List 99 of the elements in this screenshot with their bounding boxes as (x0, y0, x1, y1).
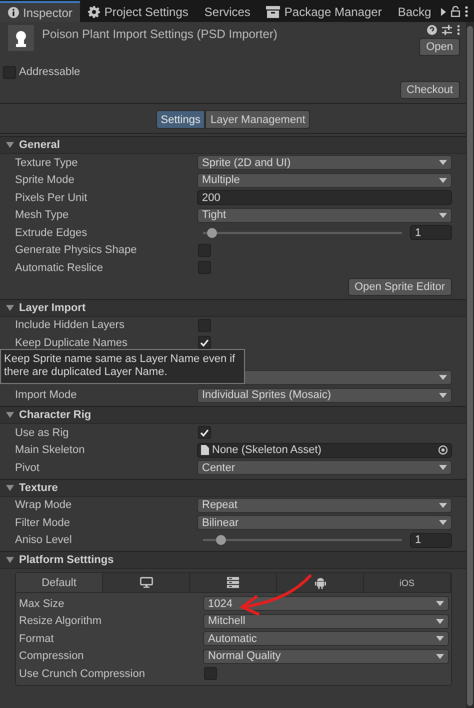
platform-tab[interactable] (103, 573, 190, 592)
field-label: Max Size (19, 598, 64, 610)
number-field[interactable]: 1 (410, 225, 452, 240)
field-label: Include Hidden Layers (15, 319, 124, 332)
dropdown[interactable]: Individual Sprites (Mosaic) (197, 388, 452, 403)
field-label: Mesh Type (15, 209, 69, 222)
dropdown-arrow-icon (436, 618, 444, 624)
window-tab[interactable]: Package Manager (258, 1, 390, 22)
field-label: Texture Type (15, 156, 78, 169)
dropdown[interactable]: Mitchell (203, 614, 449, 629)
section-title[interactable]: Layer Import (19, 302, 86, 314)
number-field[interactable]: 200 (197, 190, 452, 206)
dropdown[interactable]: Normal Quality (203, 648, 449, 664)
field-label: Resize Algorithm (19, 615, 102, 628)
dropdown-arrow-icon (436, 636, 444, 642)
dropdown-arrow-icon (439, 392, 447, 398)
foldout-arrow-icon[interactable] (6, 484, 14, 490)
section-title[interactable]: General (19, 139, 60, 151)
open-button[interactable]: Open (419, 38, 460, 56)
dropdown-arrow-icon (439, 502, 447, 508)
field-label: Automatic Reslice (15, 262, 104, 274)
dropdown-arrow-icon (439, 212, 447, 218)
field-label: Use Crunch Compression (19, 668, 145, 680)
dropdown-arrow-icon (439, 465, 447, 470)
scrollbar[interactable] (466, 22, 474, 708)
checkout-button[interactable]: Checkout (400, 81, 460, 99)
field-label: Wrap Mode (15, 499, 72, 512)
section-title[interactable]: Character Rig (19, 409, 92, 421)
field-label: Generate Physics Shape (15, 244, 137, 256)
dropdown-arrow-icon (439, 520, 447, 526)
field-label: Extrude Edges (15, 226, 88, 239)
dropdown[interactable]: Tight (197, 208, 452, 223)
field-label: Pivot (15, 462, 40, 474)
sliders-icon[interactable] (442, 25, 452, 35)
dropdown-arrow-icon (439, 375, 447, 380)
field-label: Sprite Mode (15, 174, 74, 186)
field-label: Use as Rig (15, 426, 69, 439)
dropdown[interactable]: Center (197, 460, 452, 476)
field-label: Pixels Per Unit (15, 192, 88, 204)
checkbox[interactable] (204, 667, 217, 680)
bust-icon (14, 30, 28, 46)
check-icon (200, 428, 209, 437)
foldout-arrow-icon[interactable] (6, 557, 14, 563)
field-label: Filter Mode (15, 516, 70, 529)
inspector-title: Poison Plant Import Settings (PSD Importer) (42, 26, 278, 43)
dropdown[interactable]: Sprite (2D and UI) (197, 155, 452, 170)
dropdown[interactable]: Repeat (197, 498, 452, 513)
dropdown-arrow-icon (439, 178, 447, 183)
window-tab[interactable]: Inspector (0, 1, 80, 22)
slider-thumb[interactable] (206, 228, 217, 238)
dropdown[interactable]: Multiple (197, 172, 452, 188)
dropdown-arrow-icon (436, 654, 444, 659)
field-label: Aniso Level (15, 534, 72, 546)
platform-tab[interactable] (277, 573, 364, 592)
platform-tab[interactable]: iOS (364, 573, 451, 592)
window-tab[interactable]: Backg (390, 1, 440, 22)
file-icon (201, 445, 209, 456)
help-icon[interactable] (427, 25, 437, 35)
window-tab[interactable]: Services (196, 1, 258, 22)
box-icon (266, 6, 280, 18)
section-title[interactable]: Texture (19, 482, 58, 494)
section-title[interactable]: Platform Setttings (19, 554, 114, 566)
field-label: Import Mode (15, 389, 77, 402)
gear-icon (88, 6, 100, 18)
slider-thumb[interactable] (216, 535, 226, 546)
addressable-label: Addressable (19, 66, 80, 78)
checkbox[interactable] (198, 336, 211, 350)
android-icon (314, 576, 326, 588)
field-label: Compression (19, 650, 84, 662)
more-icon[interactable] (457, 25, 460, 35)
mode-tab[interactable]: Layer Management (205, 110, 310, 129)
monitor-icon (140, 577, 152, 588)
more-icon[interactable] (465, 6, 468, 17)
tooltip: Keep Sprite name same as Layer Name even if there are duplicated Layer Name. (0, 348, 245, 384)
platform-tab[interactable]: Default (16, 573, 103, 592)
server-icon (227, 577, 239, 588)
foldout-arrow-icon[interactable] (6, 412, 14, 418)
dropdown[interactable]: Automatic (203, 631, 449, 646)
check-icon (200, 338, 209, 347)
mode-tab[interactable]: Settings (156, 110, 206, 129)
window-tab[interactable]: Project Settings (80, 1, 196, 22)
dropdown[interactable]: Bilinear (197, 515, 452, 530)
target-icon (438, 445, 448, 456)
checkbox[interactable] (198, 426, 211, 440)
number-field[interactable]: 1 (410, 532, 452, 548)
dropdown-arrow-icon (436, 601, 444, 606)
object-field[interactable]: None (Skeleton Asset) (197, 442, 452, 458)
dropdown-arrow-icon (439, 160, 447, 166)
dropdown[interactable]: 1024 (203, 596, 449, 612)
foldout-arrow-icon[interactable] (6, 142, 14, 148)
foldout-arrow-icon[interactable] (6, 304, 14, 310)
field-label: Main Skeleton (15, 444, 85, 456)
field-label: Format (19, 632, 54, 645)
platform-tab[interactable] (190, 573, 277, 592)
field-label: Keep Duplicate Names (15, 336, 128, 349)
info-icon (8, 7, 19, 18)
open-sprite-editor-button[interactable]: Open Sprite Editor (348, 278, 452, 296)
overflow-arrow-icon[interactable] (441, 8, 446, 16)
lock-icon[interactable] (451, 6, 460, 17)
